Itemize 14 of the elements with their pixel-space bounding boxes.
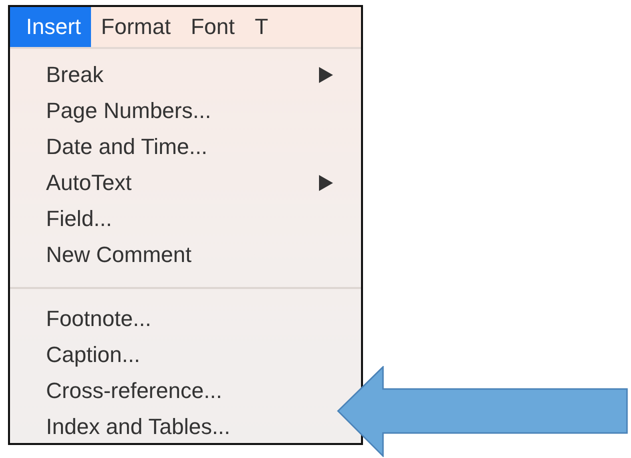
- menu-bar-item[interactable]: Format: [91, 7, 181, 47]
- menu-item[interactable]: Caption...: [10, 337, 336, 373]
- menu-item[interactable]: Index and Tables...: [10, 409, 336, 443]
- menu-bar-item[interactable]: Insert: [10, 7, 92, 47]
- menu-item[interactable]: Date and Time...: [10, 129, 336, 165]
- menu-item[interactable]: Cross-reference...: [10, 373, 336, 409]
- menu-item[interactable]: Footnote...: [10, 301, 336, 337]
- menu-item[interactable]: AutoText: [10, 165, 336, 201]
- menu-item[interactable]: Page Numbers...: [10, 93, 336, 129]
- menu-item[interactable]: Field...: [10, 201, 336, 237]
- menu-bar-item[interactable]: Font: [180, 7, 245, 47]
- menu-bar-item[interactable]: T: [244, 7, 278, 47]
- menu-item[interactable]: Break: [10, 57, 336, 93]
- menu-item[interactable]: New Comment: [10, 237, 336, 273]
